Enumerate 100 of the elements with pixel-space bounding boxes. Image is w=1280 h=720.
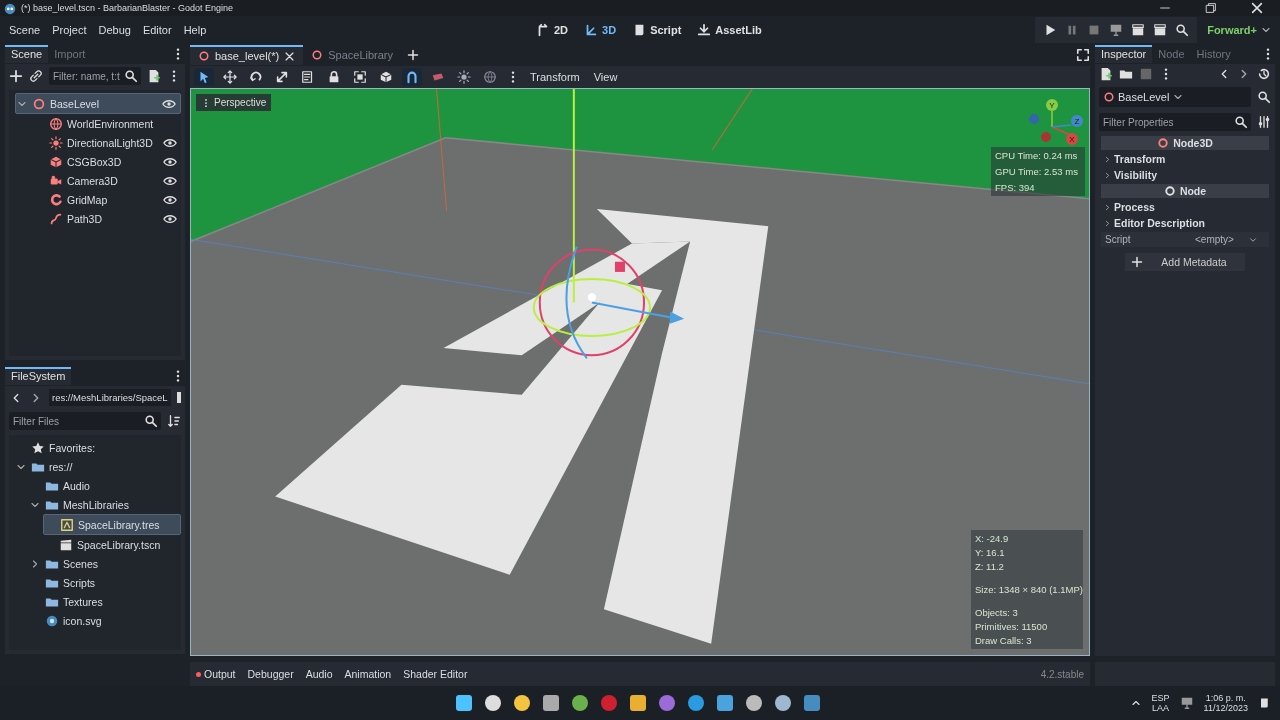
clock[interactable]: 1:06 p. m. 11/12/2023 <box>1203 693 1248 713</box>
tree-item[interactable]: BaseLevel <box>15 93 181 114</box>
workspace-button[interactable]: 2D <box>534 21 571 39</box>
view-toggle-icon[interactable] <box>176 392 181 403</box>
category-title: Node3D <box>1173 137 1213 149</box>
tree-item[interactable]: Path3D <box>33 209 181 228</box>
app-icon[interactable] <box>571 694 589 712</box>
viewport-menu[interactable]: Transform <box>526 71 584 83</box>
file-item[interactable]: MeshLibraries <box>29 495 181 514</box>
tree-item[interactable]: CSGBox3D <box>33 152 181 171</box>
new-resource-icon[interactable] <box>1099 67 1113 81</box>
info-text: X: -24.9 <box>975 533 1010 544</box>
workspace-button[interactable]: AssetLib <box>695 21 764 39</box>
editor-tab[interactable]: base_level(*) <box>190 45 304 65</box>
app-icon[interactable] <box>455 694 473 712</box>
stat-text: GPU Time: 2.53 ms <box>995 166 1079 177</box>
bottom-panel-tab[interactable]: Shader Editor <box>403 668 468 680</box>
axis-handle[interactable]: X <box>1066 133 1078 145</box>
dock-tab[interactable]: History <box>1190 45 1237 63</box>
track-tile[interactable] <box>443 241 691 356</box>
file-item[interactable]: Favorites: <box>15 438 181 457</box>
tool-button[interactable] <box>220 68 240 86</box>
workspace-button[interactable]: Script <box>630 21 684 39</box>
app-icon[interactable] <box>716 694 734 712</box>
renderer-dropdown[interactable]: Forward+ <box>1207 24 1276 36</box>
tool-button[interactable] <box>454 68 474 86</box>
add-icon[interactable] <box>9 69 23 83</box>
link-icon[interactable] <box>29 69 43 83</box>
bottom-panel-tab[interactable]: Animation <box>344 668 392 680</box>
add-metadata-button[interactable]: Add Metadata <box>1125 253 1245 271</box>
filter-field[interactable]: Filter Properties <box>1099 113 1251 131</box>
property-group[interactable]: Editor Description <box>1101 216 1269 230</box>
bottom-panel-tab[interactable]: Audio <box>305 668 333 680</box>
dock-tab[interactable]: Import <box>48 45 92 63</box>
tree-item[interactable]: GridMap <box>33 190 181 209</box>
property-group[interactable]: Visibility <box>1101 168 1269 182</box>
search-icon[interactable] <box>1175 23 1190 37</box>
monitor-icon[interactable] <box>1109 23 1124 37</box>
file-item[interactable]: SpaceLibrary.tscn <box>43 535 181 554</box>
editor-tab[interactable]: SpaceLibrary <box>303 46 402 64</box>
bottom-panel-tab[interactable]: Debugger <box>247 668 294 680</box>
clapperboard-icon[interactable] <box>1153 23 1168 37</box>
dock-tab[interactable]: FileSystem <box>5 367 72 385</box>
file-item[interactable]: Scripts <box>29 573 181 592</box>
tune-icon[interactable] <box>1257 115 1271 129</box>
path-field[interactable]: res://MeshLibraries/SpaceL <box>49 389 171 406</box>
transform-gizmo-drawing[interactable] <box>532 246 685 359</box>
axis-handle[interactable]: Y <box>1046 99 1058 111</box>
file-item[interactable]: Scenes <box>29 554 181 573</box>
menu-item[interactable]: Project <box>47 22 92 38</box>
app-icon[interactable] <box>629 694 647 712</box>
fullscreen-icon[interactable] <box>1076 48 1090 62</box>
tool-button[interactable] <box>402 68 422 86</box>
perspective-button[interactable]: Perspective <box>196 94 272 111</box>
app-icon[interactable] <box>484 694 502 712</box>
viewport-menu[interactable]: View <box>589 71 622 83</box>
network-icon[interactable] <box>1179 696 1194 710</box>
restore-icon[interactable] <box>1204 1 1218 15</box>
close-icon[interactable] <box>284 50 296 62</box>
menu-item[interactable]: Help <box>178 22 212 38</box>
property-group[interactable]: Transform <box>1101 152 1269 166</box>
app-icon[interactable] <box>542 694 560 712</box>
property-group[interactable]: Process <box>1101 200 1269 214</box>
app-icon[interactable] <box>774 694 792 712</box>
app-icon[interactable] <box>745 694 763 712</box>
menu-item[interactable]: Editor <box>137 22 177 38</box>
notification-icon[interactable] <box>1258 697 1270 709</box>
file-item[interactable]: res:// <box>15 457 181 476</box>
dock-tab[interactable]: Scene <box>5 45 49 63</box>
history-icon[interactable] <box>1257 67 1271 81</box>
workspace-button[interactable]: 3D <box>582 21 619 39</box>
tree-item[interactable]: WorldEnvironment <box>33 114 181 133</box>
sun-icon <box>457 70 471 84</box>
property-value-dropdown[interactable]: <empty> <box>1195 234 1258 245</box>
app-icon[interactable] <box>687 694 705 712</box>
sort-icon[interactable] <box>167 414 181 428</box>
clapperboard-icon[interactable] <box>1131 23 1146 37</box>
tree-item[interactable]: DirectionalLight3D <box>33 133 181 152</box>
dock-tab[interactable]: Inspector <box>1095 45 1153 63</box>
file-item[interactable]: SpaceLibrary.tres <box>43 514 181 535</box>
save-icon[interactable] <box>1139 67 1153 81</box>
node-dropdown[interactable]: BaseLevel <box>1099 87 1251 107</box>
script-add-icon[interactable] <box>147 69 161 83</box>
menu-item[interactable]: Scene <box>4 22 46 38</box>
app-icon[interactable] <box>513 694 531 712</box>
tool-button[interactable] <box>194 68 214 86</box>
dock-tab[interactable]: Node <box>1152 45 1191 63</box>
filter-field[interactable]: Filter Files <box>9 412 161 430</box>
file-item[interactable]: icon.svg <box>29 611 181 630</box>
menu-item[interactable]: Debug <box>93 22 136 38</box>
close-icon[interactable] <box>1250 1 1264 15</box>
file-item[interactable]: Audio <box>29 476 181 495</box>
tree-item[interactable]: Camera3D <box>33 171 181 190</box>
bottom-panel-tab[interactable]: Output <box>196 668 236 680</box>
language-indicator[interactable]: ESP LAA <box>1151 693 1170 713</box>
axis-handle[interactable]: Z <box>1071 115 1083 127</box>
file-item[interactable]: Textures <box>29 592 181 611</box>
add-tab-icon[interactable] <box>407 49 420 61</box>
filter-field[interactable]: Filter: name, t:t <box>49 67 141 85</box>
search-icon <box>1234 115 1248 129</box>
